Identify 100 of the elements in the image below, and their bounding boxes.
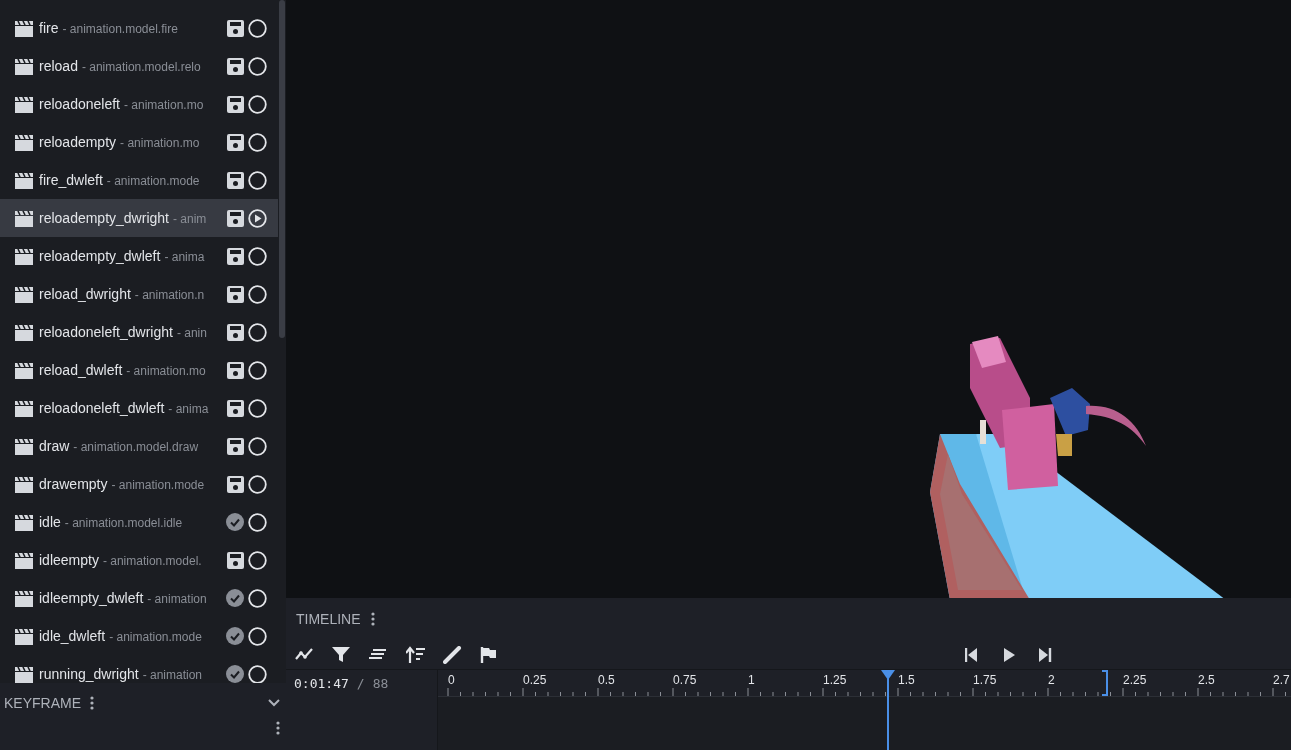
more-icon[interactable] (276, 721, 280, 735)
time-separator: / (356, 676, 365, 691)
clapperboard-icon (14, 19, 34, 37)
animation-item[interactable]: reload_dwright - animation.n (0, 275, 278, 313)
save-icon[interactable] (227, 285, 244, 303)
clapperboard-icon (14, 57, 34, 75)
animation-item[interactable]: draw - animation.model.draw (0, 427, 278, 465)
sort-icon[interactable] (406, 645, 426, 664)
circle-icon[interactable] (248, 284, 267, 304)
clapperboard-icon (14, 437, 34, 455)
skip-back-icon[interactable] (965, 646, 979, 663)
save-icon[interactable] (227, 57, 244, 75)
animation-path: - animation.model. (102, 554, 202, 568)
animation-path: - anin (176, 326, 207, 340)
save-icon[interactable] (227, 133, 244, 151)
chevron-icon[interactable] (268, 699, 280, 707)
tick-label: 0.25 (523, 673, 547, 687)
more-icon[interactable] (370, 612, 375, 626)
tick-label: 2.5 (1198, 673, 1215, 687)
play-icon[interactable] (248, 208, 267, 228)
animation-name: reload_dwright (39, 286, 131, 302)
play-icon[interactable] (1002, 646, 1016, 663)
circle-icon[interactable] (248, 398, 267, 418)
tick-label: 1.5 (898, 673, 915, 687)
circle-icon[interactable] (248, 132, 267, 152)
tick-label: 2 (1048, 673, 1055, 687)
check-icon[interactable] (226, 589, 244, 607)
save-icon[interactable] (227, 361, 244, 379)
save-icon[interactable] (227, 399, 244, 417)
circle-icon[interactable] (248, 246, 267, 266)
animation-item[interactable]: reloadempty - animation.mo (0, 123, 278, 161)
animation-name: drawempty (39, 476, 108, 492)
tick-label: 2.25 (1123, 673, 1147, 687)
tick-label: 1.25 (823, 673, 847, 687)
animation-path: - animation (142, 668, 202, 682)
animation-item[interactable]: reloadoneleft_dwleft - anima (0, 389, 278, 427)
save-icon[interactable] (227, 475, 244, 493)
animation-path: - animation.mode (106, 174, 200, 188)
scrollbar-thumb[interactable] (279, 0, 285, 338)
more-icon[interactable] (90, 696, 94, 710)
circle-icon[interactable] (248, 170, 267, 190)
circle-icon[interactable] (248, 474, 267, 494)
clapperboard-icon (14, 285, 34, 303)
end-marker[interactable] (1100, 670, 1109, 696)
animation-path: - animation.model.relo (81, 60, 201, 74)
save-icon[interactable] (227, 171, 244, 189)
animation-path: - animation.mo (126, 364, 206, 378)
animation-item[interactable]: running_dwright - animation (0, 655, 278, 683)
save-icon[interactable] (227, 19, 244, 37)
save-icon[interactable] (227, 95, 244, 113)
animation-path: - animation.model.fire (62, 22, 178, 36)
animation-item[interactable]: idle_dwleft - animation.mode (0, 617, 278, 655)
clapperboard-icon (14, 209, 34, 227)
animation-item[interactable]: reload_dwleft - animation.mo (0, 351, 278, 389)
circle-icon[interactable] (248, 588, 267, 608)
animation-item[interactable]: fire_dwleft - animation.mode (0, 161, 278, 199)
total-frames: 88 (372, 676, 389, 691)
check-icon[interactable] (226, 513, 244, 531)
panel-title: KEYFRAME (4, 695, 81, 711)
circle-icon[interactable] (248, 56, 267, 76)
save-icon[interactable] (227, 209, 244, 227)
pencil-icon[interactable] (443, 645, 463, 664)
animation-item[interactable]: idleempty - animation.model. (0, 541, 278, 579)
circle-icon[interactable] (248, 626, 267, 646)
save-icon[interactable] (227, 437, 244, 455)
filter-icon[interactable] (332, 645, 352, 664)
save-icon[interactable] (227, 551, 244, 569)
animation-path: - anima (168, 402, 209, 416)
animation-item[interactable]: reloadoneleft - animation.mo (0, 85, 278, 123)
circle-icon[interactable] (248, 18, 267, 38)
animation-item[interactable]: drawempty - animation.mode (0, 465, 278, 503)
animation-item[interactable]: reloadoneleft_dwright - anin (0, 313, 278, 351)
circle-icon[interactable] (248, 94, 267, 114)
animation-item[interactable]: reloadempty_dwright - anim (0, 199, 278, 237)
clapperboard-icon (14, 133, 34, 151)
animation-item[interactable]: idle - animation.model.idle (0, 503, 278, 541)
animation-item[interactable]: reloadempty_dwleft - anima (0, 237, 278, 275)
animation-path: - animation (147, 592, 207, 606)
check-icon[interactable] (226, 665, 244, 683)
playhead[interactable] (878, 670, 897, 750)
time-ruler[interactable]: 0 0.25 0.5 0.75 1 1.25 1.5 1.75 2 2.25 2.5 2.7 (438, 670, 1291, 697)
circle-icon[interactable] (248, 550, 267, 570)
skip-forward-icon[interactable] (1039, 646, 1053, 663)
tick-label: 0.5 (598, 673, 615, 687)
animation-item[interactable]: idleempty_dwleft - animation (0, 579, 278, 617)
animation-name: fire (39, 20, 59, 36)
circle-icon[interactable] (248, 360, 267, 380)
animation-path: - animation.mo (120, 136, 200, 150)
check-icon[interactable] (226, 627, 244, 645)
clapperboard-icon (14, 95, 34, 113)
animation-name: reloadempty_dwright (39, 210, 169, 226)
circle-icon[interactable] (248, 512, 267, 532)
save-icon[interactable] (227, 247, 244, 265)
animation-item[interactable]: reload - animation.model.relo (0, 47, 278, 85)
save-icon[interactable] (227, 323, 244, 341)
circle-icon[interactable] (248, 436, 267, 456)
circle-icon[interactable] (248, 322, 267, 342)
animation-item[interactable]: fire - animation.model.fire (0, 9, 278, 47)
animation-path: - animation.mode (109, 630, 202, 644)
animation-path: - animation.model.idle (64, 516, 183, 530)
